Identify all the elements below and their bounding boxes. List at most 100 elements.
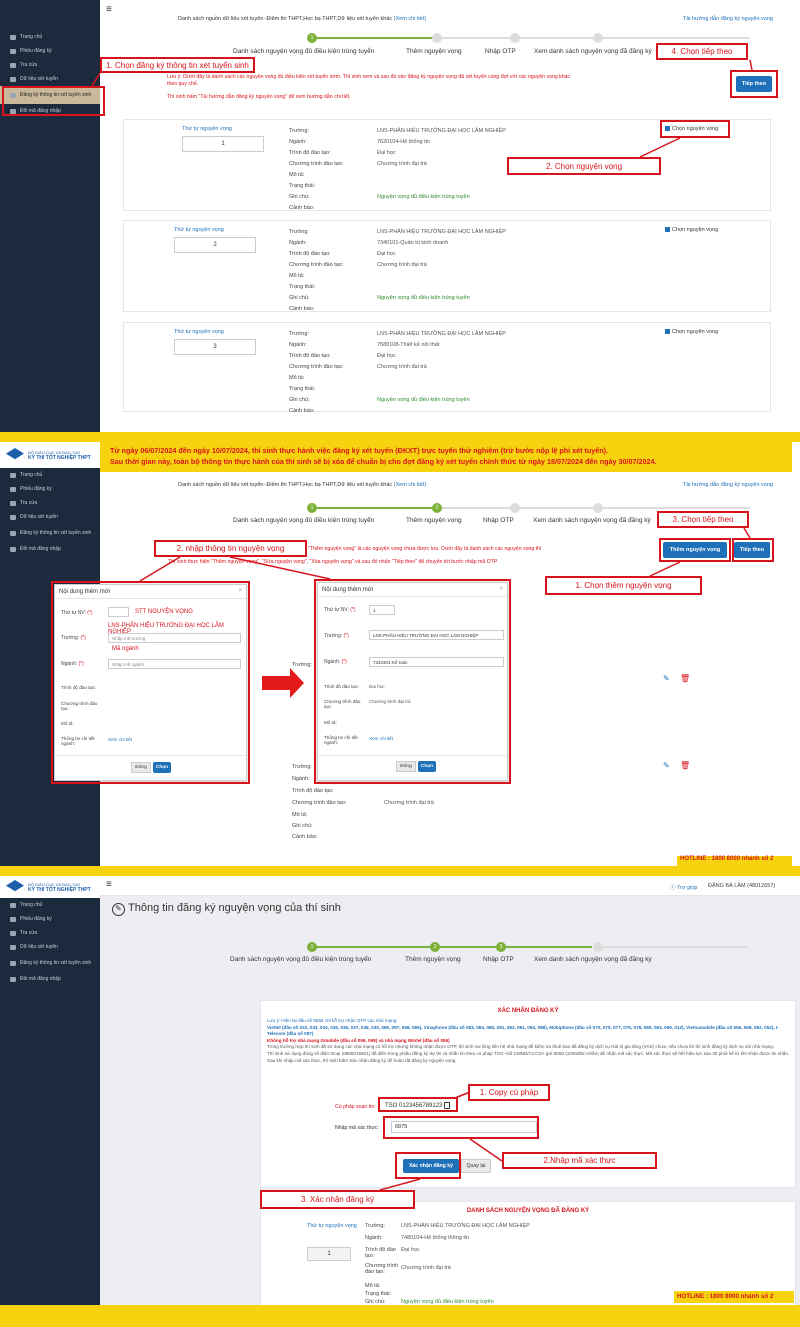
list-icon — [10, 76, 16, 82]
list-icon — [10, 514, 16, 520]
field-level: Trình độ đào tạo: — [289, 150, 331, 156]
annotation-label-3: 3. Chọn tiếp theo — [657, 511, 749, 528]
value-school: LNS-PHÂN HIỆU TRƯỜNG ĐẠI HỌC LÂM NGHIỆP — [401, 1223, 530, 1229]
annotation-box-syntax — [378, 1097, 458, 1112]
value-program: Chương trình đại trà — [377, 161, 427, 167]
sidebar-item-form[interactable]: Phiếu đăng ký — [0, 482, 100, 496]
step-dot-4 — [593, 942, 603, 952]
help-link[interactable]: ⓘ Trợ giúp — [670, 883, 697, 891]
annotation-box-checkbox — [660, 120, 730, 138]
field-status: Trạng thái: — [289, 386, 316, 392]
step-dot-1: 1 — [307, 503, 317, 513]
home-icon — [10, 472, 16, 478]
order-number: 1 — [307, 1247, 351, 1261]
field-warn: Cảnh báo: — [289, 408, 315, 414]
step-dot-3 — [510, 503, 520, 513]
step-label-1: Danh sách nguyện vọng đủ điều kiện trúng… — [233, 517, 375, 524]
folder-icon — [10, 916, 16, 922]
sidebar-item-password[interactable]: Đổi mã đăng nhập — [0, 972, 100, 986]
bg-field: Chương trình đào tạo: — [292, 800, 347, 806]
value-level: Đại học — [377, 150, 396, 156]
field-status: Trạng thái: — [289, 284, 316, 290]
sources-link[interactable]: (Xem chi tiết) — [394, 16, 426, 22]
choose-wish-checkbox[interactable]: Chọn nguyện vọng — [665, 329, 718, 335]
hotline-badge: HOTLINE : 1800 8000 nhánh số 2 — [677, 856, 792, 866]
order-label: Thứ tự nguyện vọng — [174, 329, 224, 335]
annotation-box-confirm — [395, 1152, 461, 1179]
field-level: Trình độ đào tạo: — [365, 1247, 396, 1259]
value-program: Chương trình đại trà — [377, 364, 427, 370]
delete-icon[interactable]: 🗑 — [680, 674, 690, 683]
guide-link[interactable]: Tài hướng dẫn đăng ký nguyện vọng — [683, 16, 773, 22]
folder-icon — [10, 48, 16, 54]
value-level: Đại học — [401, 1247, 420, 1253]
sidebar-item-lookup[interactable]: Tra cứu — [0, 496, 100, 510]
graduation-cap-icon — [6, 880, 24, 892]
sidebar-item-register[interactable]: Đăng ký thông tin xét tuyển sinh — [0, 524, 100, 542]
sidebar-item-password[interactable]: Đổi mã đăng nhập — [0, 542, 100, 556]
user-icon — [10, 546, 16, 552]
step-dot-3 — [510, 33, 520, 43]
annotation-box-otp — [383, 1116, 539, 1139]
sidebar-item-form[interactable]: Phiếu đăng ký — [0, 912, 100, 926]
annotation-label-1: 1. Chọn thêm nguyện vọng — [545, 576, 702, 595]
field-desc: Mô tả: — [289, 172, 305, 178]
footer-bar — [0, 1305, 800, 1327]
field-note: Ghi chú: — [289, 194, 310, 200]
sources-text: Danh sách nguồn dữ liệu xét tuyển: Điểm … — [178, 482, 427, 488]
field-note: Ghi chú: — [289, 397, 310, 403]
separator-bar — [0, 866, 800, 876]
field-program: Chương trình đào tạo: — [289, 364, 344, 370]
field-status: Trạng thái: — [365, 1291, 392, 1297]
hamburger-icon[interactable]: ≡ — [106, 4, 112, 15]
panel-otp-confirm: BỘ GIÁO DỤC VÀ ĐÀO TẠO KỲ THI TỐT NGHIỆP … — [0, 876, 800, 1327]
delete-icon[interactable]: 🗑 — [680, 761, 690, 770]
sidebar-item-data[interactable]: Dữ liệu xét tuyển — [0, 510, 100, 524]
sidebar-item-lookup[interactable]: Tra cứu — [0, 926, 100, 940]
bg-field: Trình độ đào tạo: — [292, 788, 334, 794]
user-menu[interactable]: ĐẶNG BÁ LÂM (48012657) — [708, 883, 775, 889]
field-school: Trường: — [289, 229, 309, 235]
annotation-label-2: 2. Chọn nguyện vọng — [507, 157, 661, 175]
hamburger-icon[interactable]: ≡ — [106, 879, 112, 890]
bg-field: Mô tả: — [292, 812, 308, 818]
field-level: Trình độ đào tạo: — [289, 353, 331, 359]
step-label-1: Danh sách nguyện vọng đủ điều kiện trúng… — [233, 48, 375, 55]
practice-banner: Từ ngày 06/07/2024 đến ngày 10/07/2024, … — [100, 442, 792, 472]
list-icon — [10, 530, 16, 536]
order-number: 2 — [174, 237, 256, 253]
sidebar-item-form[interactable]: Phiếu đăng ký — [0, 44, 100, 58]
step-label-2: Thêm nguyện vọng — [405, 956, 461, 963]
sidebar: Trang chủ Phiếu đăng ký Tra cứu Dữ liệu … — [0, 0, 100, 432]
note-early: Lưu ý: Dưới đây là danh sách các nguyện … — [167, 74, 571, 87]
annotation-label-2: 2.Nhập mã xác thực — [502, 1152, 657, 1169]
sidebar-item-home[interactable]: Trang chủ — [0, 30, 100, 44]
edit-icon[interactable]: ✎ — [663, 674, 670, 683]
order-label: Thứ tự nguyện vọng — [174, 227, 224, 233]
note-guide: Thí sinh bấm "Tài hướng dẫn đăng ký nguy… — [167, 94, 351, 100]
wish-card: Thứ tự nguyện vọng 2 Trường: LNS-PHÂN HIỆU … — [123, 220, 771, 312]
order-label: Thứ tự nguyện vọng — [182, 126, 232, 132]
folder-icon — [10, 930, 16, 936]
step-label-1: Danh sách nguyện vọng đủ điều kiện trúng… — [230, 956, 372, 963]
sidebar-item-register[interactable]: Đăng ký thông tin xét tuyển sinh — [0, 954, 100, 972]
field-program: Chương trình đào tạo: — [289, 161, 344, 167]
panel-choose-wishes: Trang chủ Phiếu đăng ký Tra cứu Dữ liệu … — [0, 0, 800, 432]
step-label-2: Thêm nguyện vọng — [406, 48, 462, 55]
annotation-label-3: 3. Xác nhận đăng ký — [260, 1190, 415, 1209]
choose-wish-checkbox[interactable]: Chọn nguyện vọng — [665, 227, 718, 233]
sidebar-item-data[interactable]: Dữ liệu xét tuyển — [0, 940, 100, 954]
bg-value: Chương trình đại trà — [384, 800, 434, 806]
sidebar-item-lookup[interactable]: Tra cứu — [0, 58, 100, 72]
sidebar-item-data[interactable]: Dữ liệu xét tuyển — [0, 72, 100, 86]
sidebar-item-home[interactable]: Trang chủ — [0, 468, 100, 482]
back-button[interactable]: Quay lại — [461, 1159, 491, 1173]
sidebar-item-home[interactable]: Trang chủ — [0, 898, 100, 912]
step-dot-2 — [432, 33, 442, 43]
logo: BỘ GIÁO DỤC VÀ ĐÀO TẠO KỲ THI TỐT NGHIỆP … — [0, 442, 100, 468]
edit-icon[interactable]: ✎ — [663, 761, 670, 770]
separator-bar — [0, 432, 800, 442]
field-note: Ghi chú: — [289, 295, 310, 301]
guide-link[interactable]: Tài hướng dẫn đăng ký nguyện vọng — [683, 482, 773, 488]
home-icon — [10, 34, 16, 40]
